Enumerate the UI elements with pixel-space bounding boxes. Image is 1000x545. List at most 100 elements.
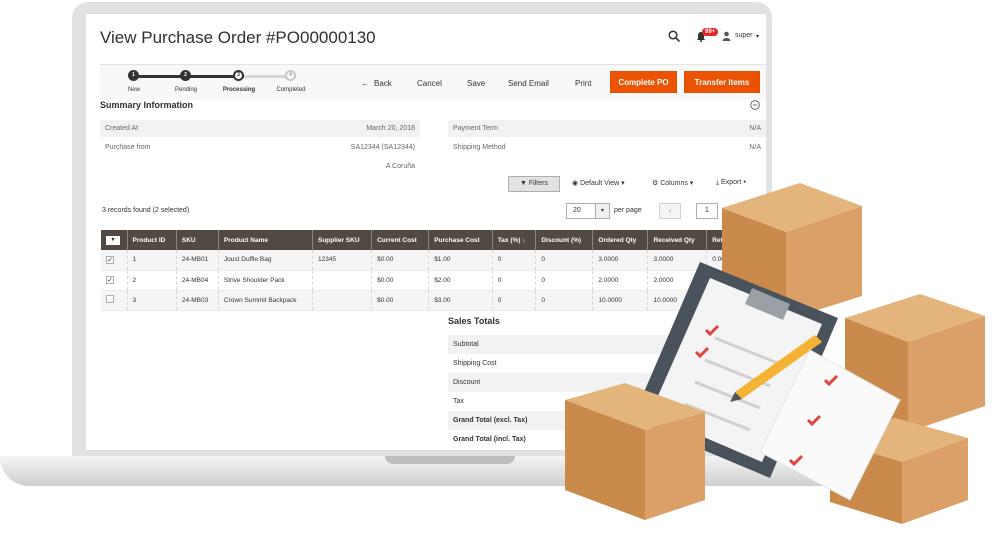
default-view-label: Default View: [580, 180, 620, 187]
table-cell: 0: [535, 270, 594, 291]
table-cell: 3.0000: [592, 250, 649, 271]
app-screen: View Purchase Order #PO00000130 99+ supe…: [86, 14, 766, 450]
row-select-cell: ✓: [101, 250, 128, 271]
sales-row-tax: Tax: [453, 398, 464, 405]
table-cell: 0: [535, 290, 594, 311]
info-row-location: A Coruña: [100, 158, 420, 175]
save-button[interactable]: Save: [467, 79, 485, 88]
row-checkbox[interactable]: ✓: [106, 276, 114, 284]
sales-row-grand-total-excl: Grand Total (excl. Tax): [448, 411, 766, 430]
table-cell: 10.0000: [647, 290, 708, 311]
table-cell: 0.0000: [706, 290, 766, 311]
cancel-button[interactable]: Cancel: [417, 79, 442, 88]
sales-row-grand-total-incl: Grand Total (incl. Tax): [453, 436, 526, 443]
filters-button[interactable]: ▼ Filters: [508, 176, 560, 192]
transfer-items-button[interactable]: Transfer Items: [684, 71, 760, 93]
table-cell: [312, 270, 373, 291]
box-mid-right: [845, 294, 985, 432]
mass-select-checkbox[interactable]: ▾: [106, 235, 120, 245]
sales-totals-title: Sales Totals: [448, 316, 500, 326]
step-1-dot: 1: [128, 70, 139, 81]
back-button[interactable]: ← Back: [361, 79, 392, 88]
user-name[interactable]: super: [735, 32, 753, 39]
column-header-sorted[interactable]: Tax (%) ↓: [492, 230, 537, 250]
info-value: N/A: [749, 144, 761, 151]
print-button[interactable]: Print: [575, 79, 591, 88]
page-number-input[interactable]: 1: [696, 203, 718, 219]
info-label: Shipping Method: [453, 144, 506, 151]
column-header[interactable]: Returned Qty: [706, 230, 766, 250]
table-cell: 24-MB01: [176, 250, 219, 271]
column-header[interactable]: SKU: [176, 230, 219, 250]
records-found-text: 3 records found (2 selected): [102, 207, 190, 214]
default-view-dropdown[interactable]: ◉ Default View ▾: [572, 179, 625, 187]
sales-row-discount: Discount: [448, 373, 766, 392]
table-cell: 0.0000: [706, 270, 766, 291]
user-icon[interactable]: [722, 31, 731, 41]
sales-row-shipping: Shipping Cost: [453, 360, 497, 367]
table-cell: 10.0000: [592, 290, 649, 311]
eye-icon: ◉: [572, 180, 581, 187]
column-header[interactable]: Product Name: [218, 230, 313, 250]
column-header[interactable]: Purchase Cost: [428, 230, 493, 250]
info-value: March 20, 2018: [366, 125, 415, 132]
step-4-label: Completed: [276, 87, 306, 93]
column-header[interactable]: Supplier SKU: [312, 230, 373, 250]
per-page-value: 20: [573, 207, 581, 214]
filter-icon: ▼: [520, 180, 529, 187]
complete-po-button[interactable]: Complete PO: [610, 71, 677, 93]
table-cell: 0.0000: [706, 250, 766, 271]
table-cell: $0.00: [371, 290, 430, 311]
table-row: ✓ 2 24-MB04 Strive Shoulder Pack $0.00 $…: [101, 270, 766, 291]
row-select-cell: [101, 290, 128, 311]
table-cell: 3.0000: [647, 250, 708, 271]
table-cell: 2: [127, 270, 177, 291]
products-grid: ▾ Product ID SKU Product Name Supplier S…: [101, 230, 766, 311]
gear-icon: ⚙: [652, 180, 661, 187]
collapse-icon[interactable]: [750, 100, 760, 110]
columns-dropdown[interactable]: ⚙ Columns ▾: [652, 179, 693, 187]
step-4-dot: 4: [285, 70, 296, 81]
info-value: N/A: [749, 125, 761, 132]
search-icon[interactable]: [668, 30, 680, 42]
top-bar: View Purchase Order #PO00000130 99+ supe…: [86, 14, 766, 60]
column-header[interactable]: Received Qty: [647, 230, 708, 250]
page-title: View Purchase Order #PO00000130: [100, 28, 376, 47]
back-label: Back: [374, 79, 392, 88]
column-header[interactable]: Product ID: [127, 230, 177, 250]
table-cell: $1.00: [428, 250, 493, 271]
laptop-notch: [385, 456, 515, 464]
user-menu-caret-icon[interactable]: ▾: [756, 33, 759, 40]
table-cell: Joust Duffle Bag: [218, 250, 313, 271]
info-value: A Coruña: [385, 163, 415, 170]
send-email-button[interactable]: Send Email: [508, 79, 549, 88]
column-header[interactable]: Current Cost: [371, 230, 430, 250]
row-checkbox[interactable]: ✓: [106, 255, 114, 264]
info-value: SA12344 (SA12344): [350, 144, 415, 151]
chevron-down-icon[interactable]: ▾: [595, 204, 609, 218]
table-cell: [312, 290, 373, 311]
previous-page-button[interactable]: ‹: [659, 203, 681, 219]
per-page-select[interactable]: 20 ▾: [566, 203, 610, 219]
table-cell: Crown Summit Backpack: [218, 290, 313, 311]
step-3-dot: 3: [233, 70, 244, 81]
table-cell: 3: [127, 290, 177, 311]
info-label: Purchase from: [105, 144, 151, 151]
export-dropdown[interactable]: ⤓ Export ▾: [716, 179, 746, 187]
filters-label: Filters: [528, 180, 548, 187]
mass-select-header[interactable]: ▾: [101, 230, 128, 250]
row-checkbox[interactable]: [106, 295, 114, 303]
info-row-payment-term: Payment Term N/A: [448, 120, 766, 137]
column-header[interactable]: Ordered Qty: [592, 230, 649, 250]
column-header[interactable]: Discount (%): [535, 230, 594, 250]
table-cell: 0: [492, 270, 537, 291]
step-2-dot: 2: [180, 70, 191, 81]
sales-row-subtotal: Subtotal: [448, 335, 766, 354]
summary-title: Summary Information: [100, 100, 194, 110]
table-row: ✓ 1 24-MB01 Joust Duffle Bag 12345 $0.00…: [101, 250, 766, 271]
table-cell: 1: [127, 250, 177, 271]
table-cell: 24-MB04: [176, 270, 219, 291]
grid-header-row: ▾ Product ID SKU Product Name Supplier S…: [101, 230, 766, 250]
table-cell: Strive Shoulder Pack: [218, 270, 313, 291]
table-cell: 2.0000: [592, 270, 649, 291]
